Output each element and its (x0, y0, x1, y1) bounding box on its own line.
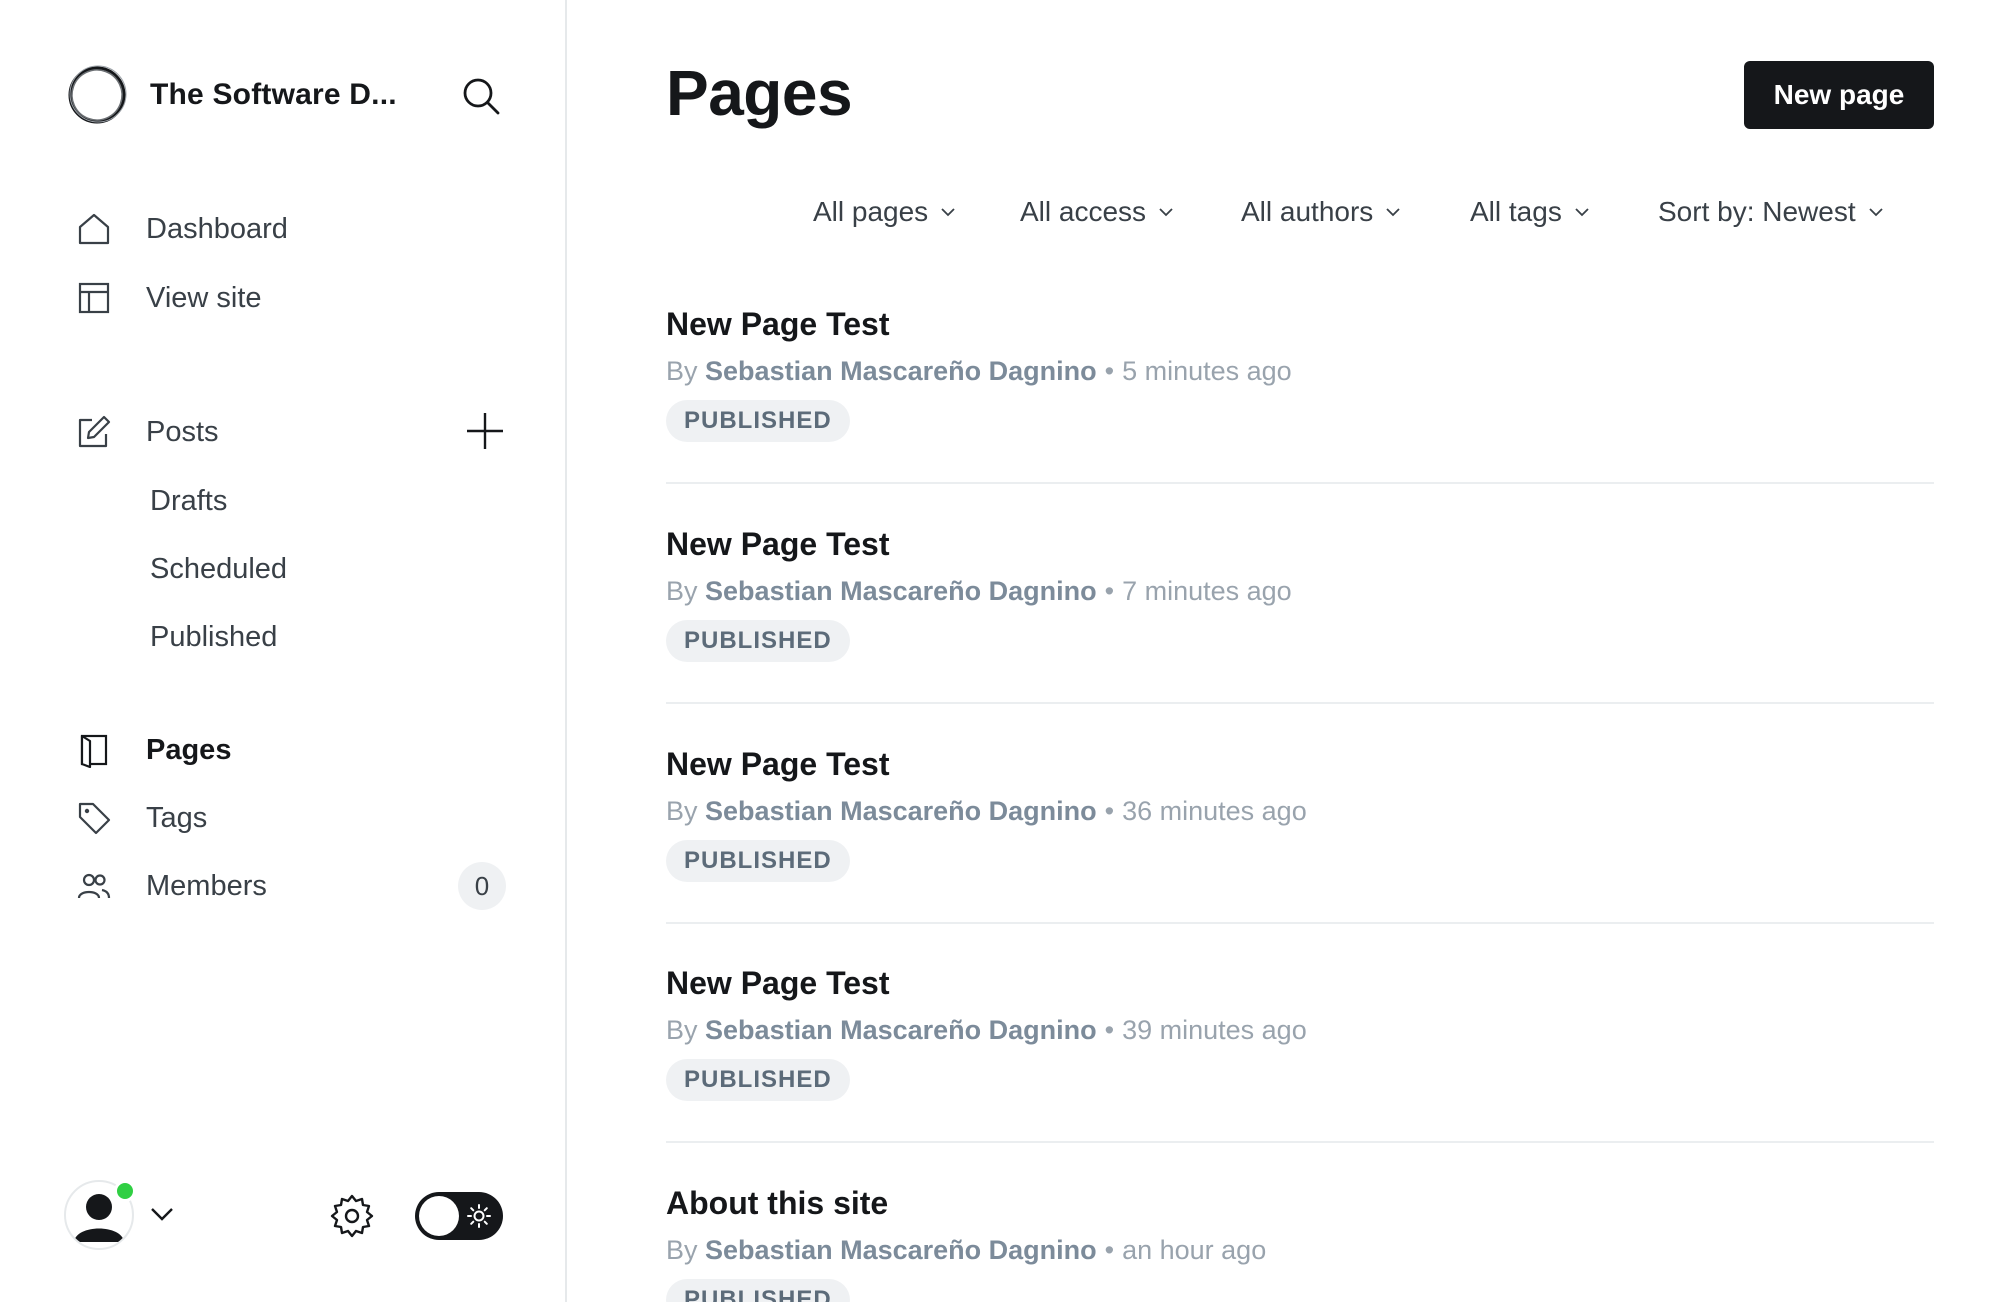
nav-members-label: Members (146, 869, 267, 902)
page-author: Sebastian Mascareño Dagnino (705, 576, 1097, 606)
filter-authors[interactable]: All authors (1241, 190, 1401, 234)
nav-drafts[interactable]: Drafts (150, 479, 227, 523)
row-divider (666, 922, 1934, 924)
nav-view-site-label: View site (146, 281, 262, 314)
chevron-down-icon (1386, 208, 1400, 217)
meta-by: By (666, 796, 698, 826)
page-author: Sebastian Mascareño Dagnino (705, 1235, 1097, 1265)
status-badge: PUBLISHED (666, 840, 850, 882)
theme-toggle[interactable] (415, 1192, 503, 1240)
meta-separator: • (1104, 1235, 1115, 1265)
site-title: The Software D... (150, 78, 397, 111)
new-page-button[interactable]: New page (1744, 61, 1934, 129)
filter-pages-type-label: All pages (813, 196, 929, 227)
sort-order-label: Sort by: Newest (1658, 196, 1856, 227)
meta-separator: • (1104, 1015, 1115, 1045)
nav-members[interactable]: Members (76, 862, 267, 910)
page-meta: By Sebastian Mascareño Dagnino • 7 minutes… (666, 576, 1292, 607)
status-badge: PUBLISHED (666, 620, 850, 662)
nav-posts-label: Posts (146, 415, 219, 448)
page-meta: By Sebastian Mascareño Dagnino • 39 minute… (666, 1015, 1307, 1046)
page-timestamp: 39 minutes ago (1122, 1015, 1307, 1045)
nav-tags-label: Tags (146, 801, 208, 834)
members-count-badge: 0 (458, 862, 506, 910)
nav-dashboard-label: Dashboard (146, 212, 288, 245)
online-status-dot (114, 1180, 136, 1202)
meta-by: By (666, 576, 698, 606)
page-meta: By Sebastian Mascareño Dagnino • 5 minutes… (666, 356, 1292, 387)
nav-view-site[interactable]: View site (76, 274, 262, 322)
filter-pages-type[interactable]: All pages (813, 190, 956, 234)
chevron-down-icon (1575, 208, 1589, 217)
page-title: Pages (666, 57, 853, 129)
page-author: Sebastian Mascareño Dagnino (705, 796, 1097, 826)
chevron-down-icon[interactable] (148, 1204, 176, 1224)
nav-scheduled[interactable]: Scheduled (150, 547, 287, 591)
nav-pages-label: Pages (146, 733, 232, 766)
search-icon[interactable] (460, 75, 502, 117)
filter-access-label: All access (1020, 196, 1147, 227)
sun-icon (467, 1204, 491, 1228)
meta-separator: • (1104, 796, 1115, 826)
page-row[interactable]: New Page Test By Sebastian Mascareño Dag… (666, 306, 1934, 526)
nav-pages[interactable]: Pages (76, 726, 231, 774)
page-row[interactable]: New Page Test By Sebastian Mascareño Dag… (666, 965, 1934, 1185)
meta-by: By (666, 1235, 698, 1265)
meta-by: By (666, 1015, 698, 1045)
page-title-link[interactable]: About this site (666, 1185, 888, 1222)
nav-tags[interactable]: Tags (76, 794, 207, 842)
edit-icon (76, 414, 112, 450)
toggle-knob (419, 1196, 459, 1236)
layout-icon (76, 280, 112, 316)
nav-dashboard[interactable]: Dashboard (76, 205, 288, 253)
chevron-down-icon (1869, 208, 1883, 217)
sort-order[interactable]: Sort by: Newest (1658, 190, 1884, 234)
meta-separator: • (1104, 576, 1115, 606)
page-author: Sebastian Mascareño Dagnino (705, 356, 1097, 386)
site-brand[interactable]: The Software D... (66, 64, 397, 126)
filter-access[interactable]: All access (1020, 190, 1174, 234)
filter-authors-label: All authors (1241, 196, 1374, 227)
meta-by: By (666, 356, 698, 386)
status-badge: PUBLISHED (666, 400, 850, 442)
page-timestamp: an hour ago (1122, 1235, 1267, 1265)
site-logo-icon (68, 65, 127, 124)
row-divider (666, 1141, 1934, 1143)
page-row[interactable]: New Page Test By Sebastian Mascareño Dag… (666, 526, 1934, 746)
page-meta: By Sebastian Mascareño Dagnino • 36 minute… (666, 796, 1307, 827)
filter-tags[interactable]: All tags (1470, 190, 1590, 234)
page-title-link[interactable]: New Page Test (666, 526, 889, 563)
nav-posts[interactable]: Posts (76, 408, 219, 456)
page-meta: By Sebastian Mascareño Dagnino • an hour a… (666, 1235, 1266, 1266)
filter-tags-label: All tags (1470, 196, 1562, 227)
nav-published[interactable]: Published (150, 615, 277, 659)
chevron-down-icon (1159, 208, 1173, 217)
page-title-link[interactable]: New Page Test (666, 306, 889, 343)
chevron-down-icon (941, 208, 955, 217)
main-content: Pages New page All pages All access All … (569, 0, 2000, 1302)
page-author: Sebastian Mascareño Dagnino (705, 1015, 1097, 1045)
row-divider (666, 482, 1934, 484)
page-timestamp: 5 minutes ago (1122, 356, 1292, 386)
sidebar: The Software D... Dashboard View site Po… (0, 0, 567, 1302)
home-icon (76, 211, 112, 247)
plus-icon[interactable] (464, 410, 506, 452)
page-icon (76, 732, 112, 768)
members-icon (76, 868, 112, 904)
page-timestamp: 7 minutes ago (1122, 576, 1292, 606)
page-row[interactable]: About this site By Sebastian Mascareño D… (666, 1185, 1934, 1302)
gear-icon[interactable] (328, 1192, 376, 1240)
tag-icon (76, 800, 112, 836)
page-title-link[interactable]: New Page Test (666, 965, 889, 1002)
status-badge: PUBLISHED (666, 1059, 850, 1101)
page-row[interactable]: New Page Test By Sebastian Mascareño Dag… (666, 746, 1934, 966)
row-divider (666, 702, 1934, 704)
status-badge: PUBLISHED (666, 1279, 850, 1302)
page-title-link[interactable]: New Page Test (666, 746, 889, 783)
meta-separator: • (1104, 356, 1115, 386)
page-timestamp: 36 minutes ago (1122, 796, 1307, 826)
